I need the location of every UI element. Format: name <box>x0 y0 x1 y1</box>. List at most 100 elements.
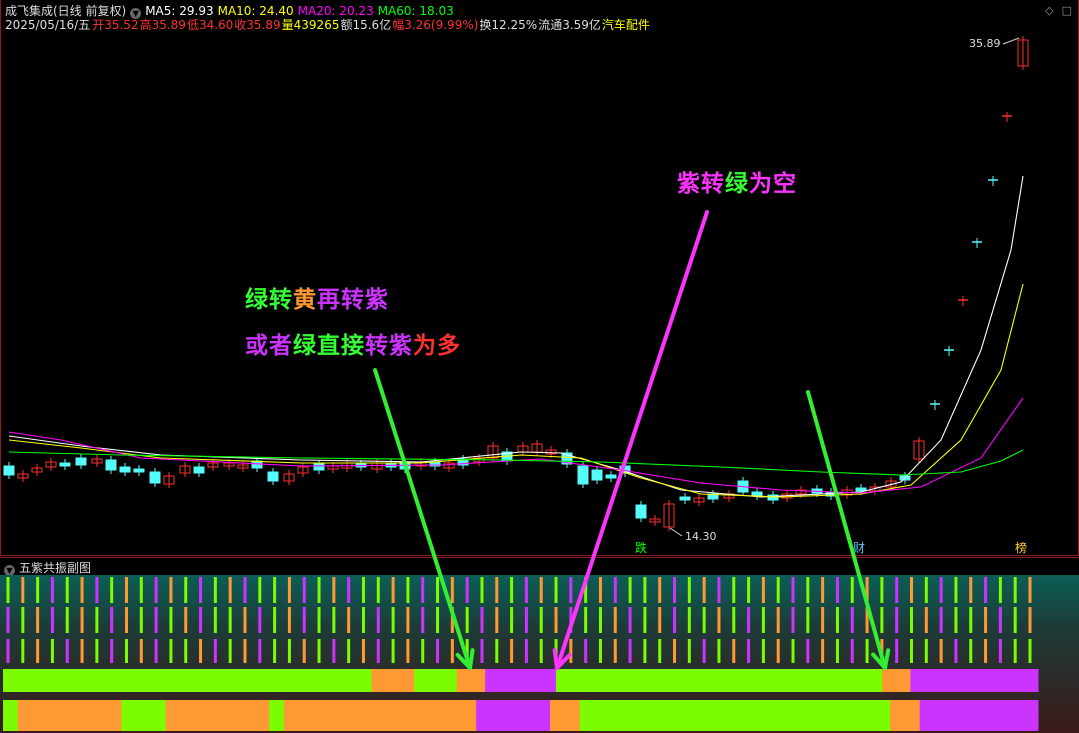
signal-band-2 <box>550 700 581 731</box>
annotation-top-c: 为空 <box>749 171 797 197</box>
candle-body <box>591 469 603 481</box>
annotation-line1: 绿转黄再转紫 <box>245 280 389 314</box>
annotation-line2-a: 或者 <box>245 333 293 359</box>
candle <box>31 464 43 476</box>
sub-panel-header: ▼ 五紫共振副图 <box>0 557 1079 576</box>
kline-chart: 35.89 14.30 跌 财 榜 <box>3 36 1029 555</box>
candle <box>930 400 940 410</box>
candle-body <box>119 466 131 473</box>
candle <box>327 462 339 473</box>
annotation-line2: 或者绿直接转紫为多 <box>245 326 461 360</box>
candle <box>561 449 573 468</box>
signal-band-2 <box>165 700 270 731</box>
candle-body <box>193 466 205 474</box>
signal-band-2 <box>476 700 551 731</box>
candle <box>105 456 117 474</box>
candle <box>531 440 543 456</box>
low-price-pointer <box>669 527 683 537</box>
ma5-line <box>8 175 1024 498</box>
signal-band-1 <box>371 669 415 692</box>
candle-body <box>313 463 325 471</box>
annotation-line2-d: 为多 <box>413 333 461 359</box>
candle-body <box>59 462 71 467</box>
candle <box>605 471 617 482</box>
ma20-line <box>8 397 1024 494</box>
annotation-line2-b: 绿直接 <box>293 333 365 359</box>
candle <box>679 493 691 504</box>
signal-band-1 <box>3 669 373 692</box>
candle <box>91 455 103 467</box>
candle <box>75 454 87 469</box>
candle-body <box>679 496 691 501</box>
annotation-top-b: 绿 <box>725 171 749 197</box>
annotation-line1-b: 黄 <box>293 287 317 313</box>
candle <box>972 238 982 248</box>
candle <box>591 466 603 484</box>
signal-band-2 <box>17 700 122 731</box>
annotation-line1-c: 再转紫 <box>317 287 389 313</box>
marker-bang: 榜 <box>1015 540 1027 555</box>
signal-band-1 <box>414 669 458 692</box>
candle <box>313 460 325 474</box>
candle <box>767 491 779 504</box>
candle <box>17 470 29 482</box>
candle <box>649 515 661 526</box>
candle <box>283 470 295 485</box>
candle-body <box>149 471 161 484</box>
signal-band-1 <box>485 669 557 692</box>
candle <box>415 458 427 470</box>
candle-body <box>635 504 647 519</box>
candle-body <box>577 465 589 485</box>
candle-body <box>105 459 117 471</box>
signal-band-2 <box>890 700 921 731</box>
candle <box>133 465 145 476</box>
candle-body <box>75 457 87 466</box>
candle-body <box>605 474 617 479</box>
candle <box>723 490 735 502</box>
high-price-label: 35.89 <box>969 37 1001 50</box>
candle <box>267 468 279 485</box>
high-price-pointer <box>1002 37 1020 45</box>
ma10-line <box>8 283 1024 498</box>
candle <box>45 458 57 471</box>
candle <box>619 462 631 477</box>
main-chart-panel[interactable]: 成飞集成(日线 前复权) ▼ MA5: 29.93 MA10: 24.40 MA20: … <box>0 0 1079 556</box>
sub-panel-title-wrap: ▼ 五紫共振副图 <box>4 559 91 576</box>
candle <box>693 494 705 506</box>
ma60-line <box>8 449 1024 476</box>
signal-band-2 <box>919 700 1039 731</box>
candle <box>163 472 175 488</box>
signal-band-2 <box>269 700 285 731</box>
low-price-label: 14.30 <box>685 530 717 543</box>
candle <box>944 346 954 356</box>
candle-body <box>855 487 867 492</box>
candle <box>487 442 499 462</box>
candle <box>149 468 161 487</box>
candle <box>179 462 191 477</box>
candle <box>3 462 15 479</box>
signal-band-1 <box>555 669 883 692</box>
annotation-top: 紫转绿为空 <box>677 164 797 198</box>
candle-body <box>133 468 145 473</box>
sub-panel-title: 五紫共振副图 <box>19 561 92 575</box>
candle <box>1017 36 1029 70</box>
candle <box>297 463 309 477</box>
candle <box>577 462 589 488</box>
signal-band-2 <box>283 700 477 731</box>
candle <box>119 463 131 476</box>
candle <box>635 501 647 522</box>
annotation-top-a: 紫转 <box>677 171 725 197</box>
signal-band-2 <box>579 700 891 731</box>
candle-body <box>267 471 279 482</box>
candle-body <box>3 465 15 476</box>
sub-indicator-panel[interactable] <box>0 575 1079 733</box>
candle <box>1002 112 1012 122</box>
signal-band-2 <box>3 700 19 731</box>
sub-indicator-chart <box>3 577 1039 731</box>
candle-body <box>751 491 763 497</box>
signal-band-2 <box>121 700 167 731</box>
candle <box>207 459 219 471</box>
candle <box>663 500 675 531</box>
signal-band-1 <box>456 669 486 692</box>
candle <box>751 488 763 500</box>
